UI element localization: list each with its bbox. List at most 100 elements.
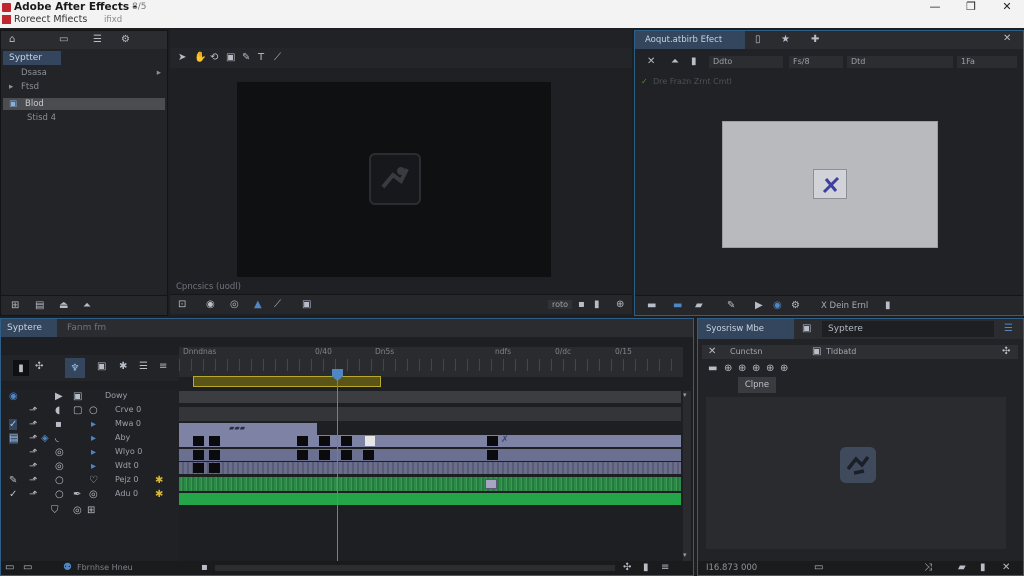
layer-row[interactable]: ✎ ⬏ ○ ♡ Pejz 0 ✱ (1, 475, 179, 488)
solo-icon[interactable]: ◟ (55, 433, 59, 444)
layer-name[interactable]: Adu 0 (115, 489, 138, 498)
solo-icon[interactable]: ◖ (55, 405, 60, 416)
graph-editor-icon[interactable]: ☰ (139, 361, 148, 372)
effects-footer-label[interactable]: X Dein Ernl (821, 301, 868, 311)
layer-row[interactable]: ⛉ ◎ ⊞ (1, 505, 179, 518)
check-icon[interactable]: ✓ (9, 489, 17, 500)
effect-field[interactable]: 1Fa (957, 56, 1017, 68)
frame-blend-icon[interactable]: ▣ (97, 361, 106, 372)
visibility-on-icon[interactable]: ✓ (9, 419, 18, 430)
switch-icon[interactable]: ○ (89, 405, 98, 416)
switch-icon[interactable]: ◎ (73, 505, 82, 516)
effect-field[interactable]: Ddto (709, 56, 783, 68)
pen-tool-icon[interactable]: ✎ (242, 52, 250, 63)
tab-render-queue[interactable]: Fanm fm (61, 319, 125, 337)
zoom-out-icon[interactable]: ▪ (201, 562, 208, 573)
label-color-icon[interactable]: ▸ (91, 433, 96, 444)
link-icon[interactable]: ◉ (773, 300, 782, 311)
solo-icon[interactable]: ▪ (55, 419, 62, 430)
hand-tool-icon[interactable]: ✋ (194, 52, 206, 63)
layer-name[interactable]: Wlyo 0 (115, 447, 142, 456)
label-color-icon[interactable]: ▸ (91, 419, 96, 430)
layer-row[interactable]: ⬏ ◎ ▸ Wdt 0 (1, 461, 179, 474)
lock-icon[interactable]: ▮ (594, 299, 600, 310)
pen-icon[interactable]: ✎ (727, 300, 735, 311)
new-folder-icon[interactable]: ▤ (35, 300, 44, 311)
video-track[interactable]: ✗ (179, 435, 681, 448)
playhead-line[interactable] (337, 369, 338, 565)
project-item[interactable]: Dsasa ▸ (3, 67, 165, 79)
layer-name[interactable]: Pejz 0 (115, 475, 139, 484)
gear-icon[interactable]: ⚙ (791, 300, 800, 311)
solo-icon[interactable]: ○ (55, 489, 64, 500)
home-icon[interactable]: ⌂ (9, 34, 15, 45)
layer-row[interactable]: ⬏ ◖ ▢ ○ Crve 0 (1, 405, 179, 418)
audio-icon[interactable]: ◈ (41, 433, 49, 444)
project-item[interactable]: ▸ Ftsd (3, 81, 165, 93)
layer-name[interactable]: Mwa 0 (115, 419, 141, 428)
grid-icon[interactable]: ◎ (230, 299, 239, 310)
tab-timeline[interactable]: Syptere (1, 319, 57, 337)
solo-icon[interactable]: ◎ (55, 461, 64, 472)
lock-icon[interactable]: ⬏ (29, 489, 37, 500)
trash-icon[interactable]: ⏶ (83, 300, 91, 311)
draft-3d-icon[interactable]: ✣ (35, 361, 43, 372)
list-icon[interactable]: ☰ (93, 34, 102, 45)
edit-icon[interactable]: ✎ (9, 475, 17, 486)
expand-icon[interactable]: ⊕ (616, 299, 624, 310)
tab-library[interactable]: Syosrisw Mbe (698, 319, 794, 339)
video-clip[interactable]: ▰▰▰ (179, 423, 317, 435)
label-color-icon[interactable]: ▸ (91, 447, 96, 458)
filter-icon[interactable]: ⏶ (671, 56, 679, 67)
panel-icon[interactable]: ▯ (755, 34, 761, 45)
zoom-slider[interactable] (215, 565, 615, 571)
star-outline-icon[interactable]: ✕ (647, 56, 655, 67)
lock-icon[interactable]: ⬏ (29, 447, 37, 458)
comp-icon[interactable]: ▰ (958, 562, 966, 573)
comp-icon[interactable]: ▬ (673, 300, 682, 311)
audio-track[interactable] (179, 493, 681, 505)
lock-icon[interactable]: ⬏ (29, 461, 37, 472)
composition-frame[interactable] (237, 82, 551, 277)
layer-row[interactable]: ▤ ⬏ ◈ ◟ ▸ Aby (1, 433, 179, 446)
audio-track[interactable] (179, 477, 681, 491)
pause-icon[interactable]: ▮ (885, 300, 891, 311)
tab-effects[interactable]: Aoqut.atbirb Efect (635, 31, 745, 49)
solo-icon[interactable]: ○ (55, 475, 64, 486)
comp-mini-icon[interactable]: ▮ (13, 360, 29, 376)
sort-icon[interactable]: ✕ (708, 346, 716, 357)
toggle-icon[interactable]: ▭ (23, 562, 32, 573)
snapshot-icon[interactable]: ▪ (578, 299, 585, 310)
region-icon[interactable]: ▣ (302, 299, 311, 310)
track-row[interactable] (179, 391, 681, 403)
label-color-icon[interactable]: ▸ (91, 461, 96, 472)
menu-icon[interactable]: ☰ (1004, 323, 1013, 334)
timeline-scrollbar[interactable]: ▾ ▾ (683, 391, 691, 563)
video-track[interactable] (179, 462, 681, 475)
trash-icon[interactable]: ▮ (643, 562, 649, 573)
lock-icon[interactable]: ⬏ (29, 475, 37, 486)
time-ruler[interactable]: Dnndnas 0/40 Dn5s ndfs 0/dc 0/15 (179, 347, 683, 377)
library-item-button[interactable]: Clpne (738, 377, 776, 393)
folder-icon[interactable]: ▰ (695, 300, 703, 311)
scroll-up-icon[interactable]: ▾ (683, 391, 687, 399)
camera-icon[interactable]: ◉ (206, 299, 215, 310)
project-item-selected[interactable]: ▣ Blod (3, 98, 165, 110)
library-preview-area[interactable] (706, 397, 1006, 549)
shuffle-icon[interactable]: ⤨ (924, 562, 932, 573)
channel-icon[interactable]: ⟋ (274, 299, 281, 310)
play-icon[interactable]: ▶ (55, 391, 63, 402)
interpret-icon[interactable]: ⊞ (11, 300, 19, 311)
arrow-tool-icon[interactable]: ➤ (178, 52, 186, 63)
visibility-on-icon[interactable]: ▤ (9, 433, 19, 444)
layer-row[interactable]: ✓ ⬏ ○ ✒ ◎ Adu 0 ✱ (1, 489, 179, 502)
favorite-icon[interactable]: ★ (781, 34, 790, 45)
layer-row[interactable]: ⬏ ◎ ▸ Wlyo 0 (1, 447, 179, 460)
layer-name[interactable]: Wdt 0 (115, 461, 139, 470)
brush-tool-icon[interactable]: ⟋ (274, 52, 281, 63)
pen-icon[interactable]: ✒ (73, 489, 81, 500)
trash-icon[interactable]: ▮ (691, 56, 697, 67)
puzzle-icon[interactable]: ✚ (811, 34, 819, 45)
motion-blur-icon[interactable]: ✱ (119, 361, 127, 372)
close-icon[interactable]: ✕ (1002, 562, 1010, 573)
